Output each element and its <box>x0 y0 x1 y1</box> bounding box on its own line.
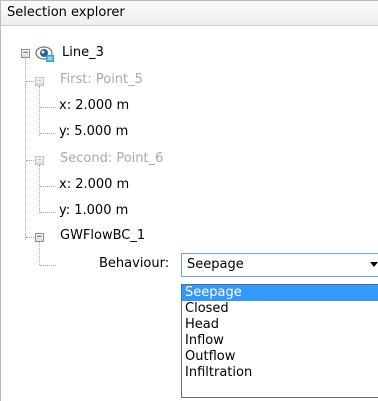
tree-line-gwflow-children <box>39 242 40 265</box>
tree-node-second-x: x: 2.000 m <box>59 177 130 192</box>
panel-title: Selection explorer <box>7 5 125 20</box>
behaviour-select-value: Seepage <box>187 257 244 272</box>
tree-line-first-children <box>39 86 40 136</box>
behaviour-option-closed[interactable]: Closed <box>182 301 378 317</box>
collapse-toggle-first[interactable]: − <box>35 77 44 86</box>
eye-icon[interactable] <box>35 46 55 62</box>
collapse-toggle-line-3[interactable]: − <box>21 49 30 58</box>
tree-line-behaviour <box>40 265 56 266</box>
selection-explorer-panel: Selection explorer − Line_3 − First: Poi… <box>0 0 378 401</box>
tree-line-first <box>26 81 34 82</box>
collapse-toggle-gwflow[interactable]: − <box>35 233 44 242</box>
behaviour-option-infiltration[interactable]: Infiltration <box>182 365 378 381</box>
tree-node-first-point[interactable]: First: Point_5 <box>60 72 143 87</box>
tree-line-first-y <box>40 133 56 134</box>
behaviour-option-outflow[interactable]: Outflow <box>182 349 378 365</box>
tree-line-second-x <box>40 186 56 187</box>
tree-node-second-point[interactable]: Second: Point_6 <box>60 151 163 166</box>
behaviour-option-seepage[interactable]: Seepage <box>182 285 378 301</box>
tree-line-second-children <box>39 165 40 213</box>
tree-node-first-x: x: 2.000 m <box>59 98 130 113</box>
tree-line-gwflow <box>26 237 34 238</box>
collapse-toggle-second[interactable]: − <box>35 156 44 165</box>
panel-header: Selection explorer <box>1 1 378 26</box>
tree-node-line-3[interactable]: Line_3 <box>62 45 104 60</box>
tree-node-gwflowbc[interactable]: GWFlowBC_1 <box>60 228 145 243</box>
behaviour-label: Behaviour: <box>99 256 170 271</box>
tree-line-second-y <box>40 212 56 213</box>
tree-node-second-y: y: 1.000 m <box>59 203 129 218</box>
tree-node-first-y: y: 5.000 m <box>59 124 129 139</box>
behaviour-dropdown-list: Seepage Closed Head Inflow Outflow Infil… <box>181 284 378 398</box>
behaviour-option-inflow[interactable]: Inflow <box>182 333 378 349</box>
tree-line-second <box>26 160 34 161</box>
chevron-down-icon[interactable] <box>370 262 378 267</box>
behaviour-option-head[interactable]: Head <box>182 317 378 333</box>
behaviour-select[interactable]: Seepage <box>181 253 378 277</box>
tree-line-first-x <box>40 107 56 108</box>
